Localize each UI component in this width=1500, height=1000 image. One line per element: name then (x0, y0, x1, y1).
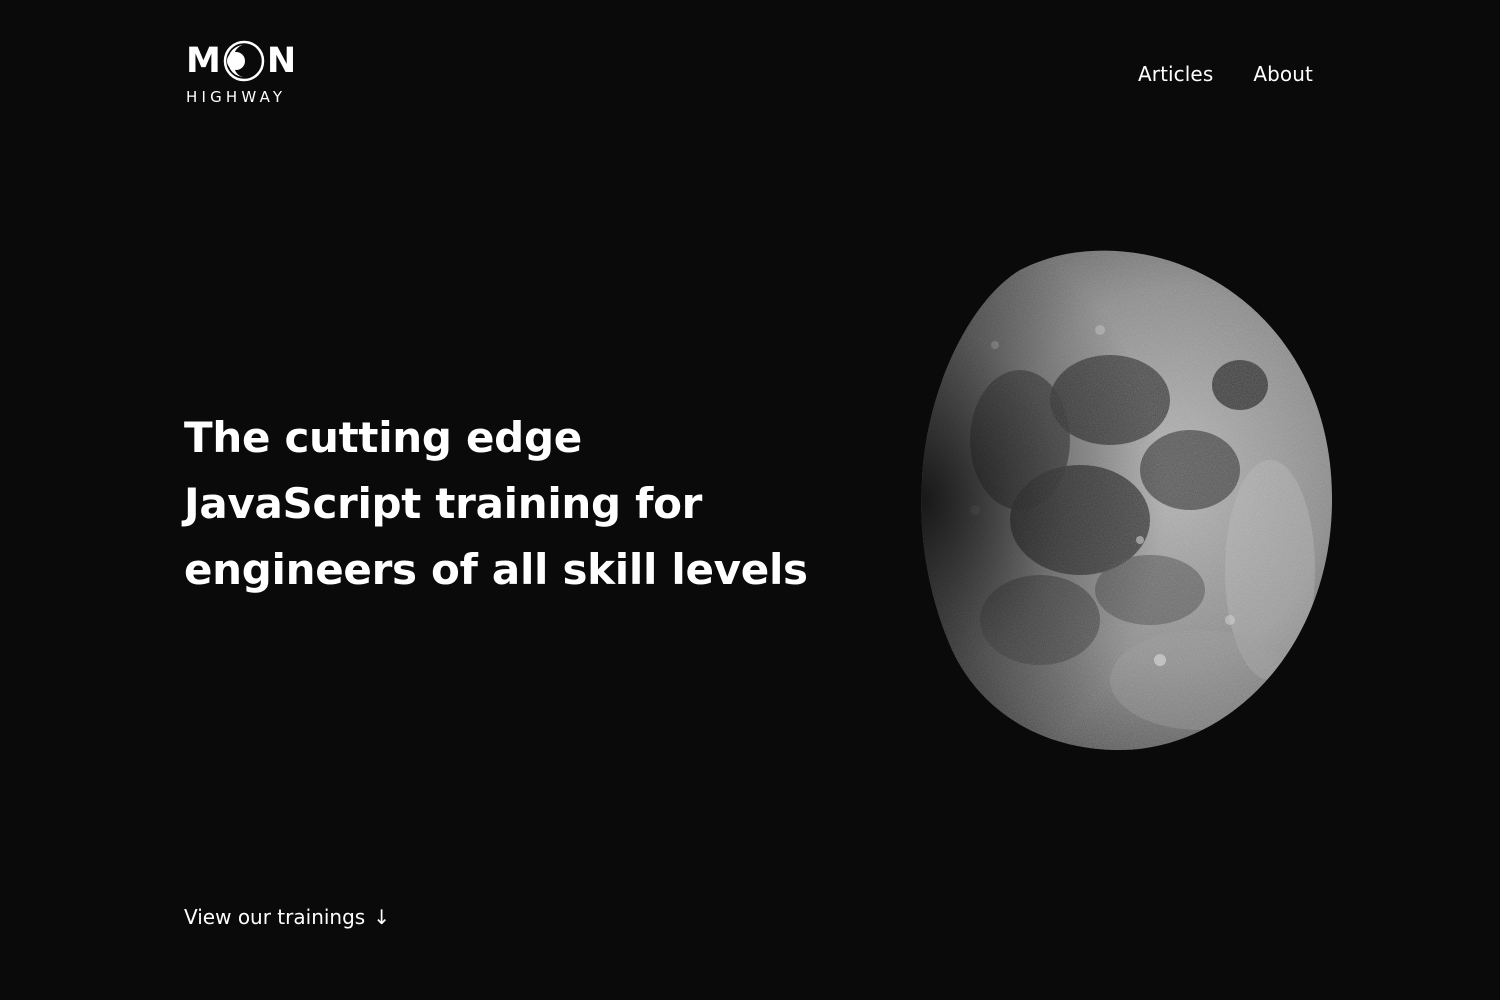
headline-line: JavaScript training for (184, 479, 703, 528)
view-trainings-link[interactable]: View our trainings ↓ (184, 905, 390, 929)
nav-link-articles[interactable]: Articles (1138, 62, 1213, 86)
main-nav: Articles About (1138, 62, 1313, 86)
headline-line: engineers of all skill levels (184, 545, 808, 594)
hero-headline: The cutting edge JavaScript training for… (184, 405, 808, 603)
logo-subtitle: HIGHWAY (186, 88, 287, 106)
view-trainings-label: View our trainings (184, 905, 366, 929)
moon-image (921, 250, 1333, 751)
moon-highway-logo[interactable]: M N HIGHWAY (186, 36, 306, 110)
logo-letter-m: M (186, 40, 221, 81)
logo-letter-n: N (266, 40, 297, 81)
headline-line: The cutting edge (184, 413, 582, 462)
logo-wordmark: M N (186, 36, 306, 86)
page: M N HIGHWAY Articles About The cutting e… (0, 0, 1500, 1000)
arrow-down-icon: ↓ (373, 905, 390, 929)
nav-link-about[interactable]: About (1253, 62, 1313, 86)
moon-logo-icon (223, 40, 265, 82)
